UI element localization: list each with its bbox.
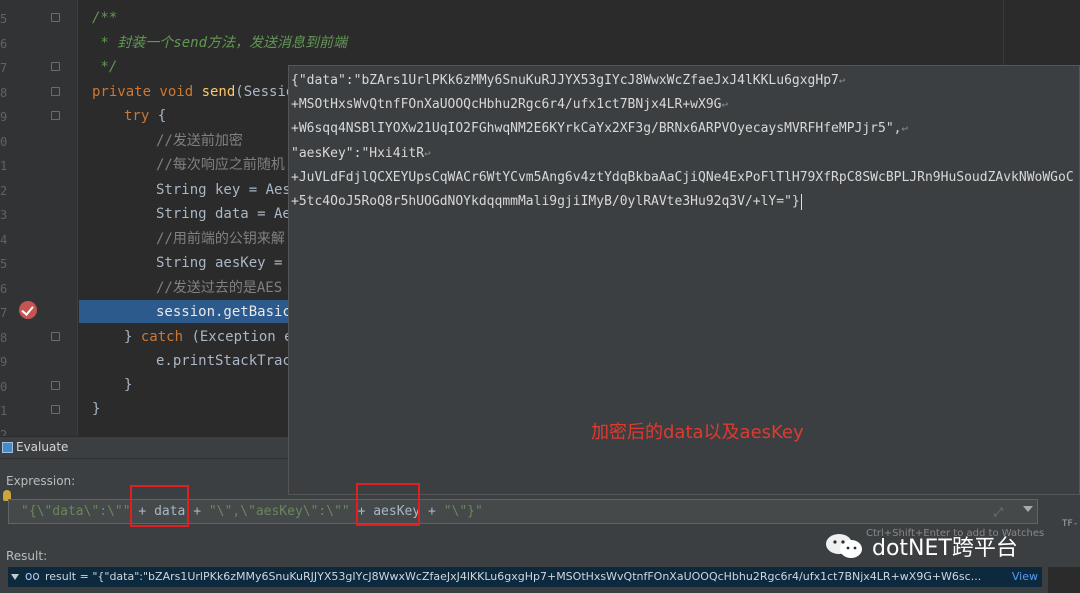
result-tree-row[interactable]: oo result = "{"data":"bZArs1UrlPKk6zMMy6… bbox=[8, 567, 1042, 587]
line-number: 1 bbox=[0, 404, 8, 418]
line-number: 5 bbox=[0, 12, 8, 26]
line-number: 6 bbox=[0, 282, 8, 296]
code-comment: /** bbox=[92, 10, 118, 26]
intellij-icon bbox=[2, 442, 13, 453]
code-comment: //每次响应之前随机 bbox=[156, 157, 285, 173]
code-brace: } bbox=[124, 377, 133, 393]
line-number: 2 bbox=[0, 184, 8, 198]
line-number: 6 bbox=[0, 37, 8, 51]
fold-marker-icon[interactable] bbox=[51, 13, 60, 22]
catch-statement: } catch (Exception e) bbox=[124, 325, 301, 349]
line-number: 0 bbox=[0, 380, 8, 394]
code-line-current: session.getBasicR bbox=[156, 304, 300, 320]
line-number: 3 bbox=[0, 208, 8, 222]
fold-marker-icon[interactable] bbox=[51, 111, 60, 120]
watermark-text: dotNET跨平台 bbox=[872, 536, 1018, 561]
result-label: Result: bbox=[6, 549, 48, 563]
wrap-icon: ↩ bbox=[838, 74, 846, 87]
watch-icon: oo bbox=[25, 569, 40, 583]
popup-line: +W6sqq4NSBlIYOXw21UqIO2FGhwqNM2E6KYrkCaY… bbox=[291, 118, 908, 140]
line-number: 7 bbox=[0, 61, 8, 75]
line-number: 1 bbox=[0, 159, 8, 173]
line-number: 4 bbox=[0, 233, 8, 247]
side-panel-strip bbox=[1048, 567, 1080, 593]
editor-gutter[interactable]: 5 6 7 8 9 0 1 2 3 4 5 6 7 8 9 0 1 2 bbox=[0, 0, 78, 436]
method-name: send bbox=[201, 84, 236, 100]
code-line: String aesKey = E bbox=[156, 255, 300, 271]
history-dropdown-icon[interactable] bbox=[1023, 506, 1033, 512]
code-comment: //发送过去的是AES bbox=[156, 280, 283, 296]
popup-text: "aesKey":"Hxi4itR bbox=[291, 146, 425, 161]
code-keyword: private void bbox=[92, 84, 202, 100]
expand-icon[interactable]: ⤢ bbox=[993, 505, 1003, 520]
wrap-icon: ↩ bbox=[721, 98, 729, 111]
operator: + bbox=[420, 504, 444, 519]
popup-line: +MSOtHxsWvQtnfFOnXaUOOQcHbhu2Rgc6r4/ufx1… bbox=[291, 94, 728, 116]
fold-marker-icon[interactable] bbox=[51, 381, 60, 390]
code-comment: //用前端的公钥来解 bbox=[156, 231, 285, 247]
line-number: 2 bbox=[0, 428, 8, 436]
popup-line: "aesKey":"Hxi4itR↩ bbox=[291, 143, 431, 165]
code-text: { bbox=[149, 108, 167, 124]
line-number: 7 bbox=[0, 306, 8, 320]
string-literal: "\"}" bbox=[443, 504, 483, 519]
expression-label: Expression: bbox=[6, 474, 76, 488]
view-link[interactable]: View bbox=[1012, 570, 1038, 583]
annotation-text: 加密后的data以及aesKey bbox=[591, 422, 804, 443]
value-popup[interactable]: {"data":"bZArs1UrlPKk6zMMy6SnuKuRJJYX53g… bbox=[288, 65, 1080, 495]
code-brace: } bbox=[92, 401, 101, 417]
popup-line: {"data":"bZArs1UrlPKk6zMMy6SnuKuRJJYX53g… bbox=[291, 70, 846, 92]
popup-line: +JuVLdFdjlQCXEYUpsCqWACr6WtYCvm5Ang6v4zt… bbox=[291, 170, 1074, 185]
code-keyword: try bbox=[124, 108, 150, 124]
code-line: String data = Aes bbox=[156, 206, 300, 222]
code-comment: * 封装一个send方法，发送消息到前端 bbox=[92, 35, 348, 51]
popup-text: {"data":"bZArs1UrlPKk6zMMy6SnuKuRJJYX53g… bbox=[291, 73, 839, 88]
code-line: String key = AesU bbox=[156, 182, 300, 198]
code-line: e.printStackTrace bbox=[156, 353, 300, 369]
code-text: } bbox=[124, 329, 141, 345]
line-number: 9 bbox=[0, 355, 8, 369]
text-caret bbox=[800, 193, 802, 210]
wrap-icon: ↩ bbox=[901, 122, 909, 135]
string-literal: "\",\"aesKey\":\"" bbox=[208, 504, 350, 519]
fold-marker-icon[interactable] bbox=[51, 332, 60, 341]
popup-text: +MSOtHxsWvQtnfFOnXaUOOQcHbhu2Rgc6r4/ufx1… bbox=[291, 97, 722, 112]
expand-arrow-icon[interactable] bbox=[11, 574, 19, 580]
fold-marker-icon[interactable] bbox=[51, 87, 60, 96]
try-statement: try { bbox=[124, 104, 166, 128]
tf-tag: TF- bbox=[1062, 519, 1079, 529]
code-text: (Exception e) bbox=[183, 329, 302, 345]
dialog-title: Evaluate bbox=[16, 440, 69, 454]
line-number: 0 bbox=[0, 135, 8, 149]
popup-text: +W6sqq4NSBlIYOXw21UqIO2FGhwqNM2E6KYrkCaY… bbox=[291, 121, 902, 136]
result-value: result = "{"data":"bZArs1UrlPKk6zMMy6Snu… bbox=[45, 570, 982, 583]
line-number: 5 bbox=[0, 257, 8, 271]
highlight-box-data bbox=[130, 485, 189, 527]
fold-marker-icon[interactable] bbox=[51, 405, 60, 414]
wechat-icon bbox=[826, 534, 862, 558]
popup-line: +5tc4OoJ5RoQ8r5hUOGdNOYkdqqmmMali9gjiIMy… bbox=[291, 191, 802, 213]
code-keyword: catch bbox=[140, 329, 184, 345]
line-number: 8 bbox=[0, 86, 8, 100]
popup-text: +5tc4OoJ5RoQ8r5hUOGdNOYkdqqmmMali9gjiIMy… bbox=[291, 194, 800, 209]
string-literal: "{\"data\":\"" bbox=[21, 504, 131, 519]
code-comment: //发送前加密 bbox=[156, 133, 243, 149]
highlight-box-aeskey bbox=[356, 483, 420, 526]
line-number: 9 bbox=[0, 110, 8, 124]
code-comment: */ bbox=[92, 59, 118, 75]
line-number: 8 bbox=[0, 331, 8, 345]
breakpoint-icon[interactable] bbox=[19, 301, 37, 319]
fold-marker-icon[interactable] bbox=[51, 62, 60, 71]
method-declaration: private void send(Session bbox=[92, 80, 303, 104]
wrap-icon: ↩ bbox=[424, 147, 431, 160]
